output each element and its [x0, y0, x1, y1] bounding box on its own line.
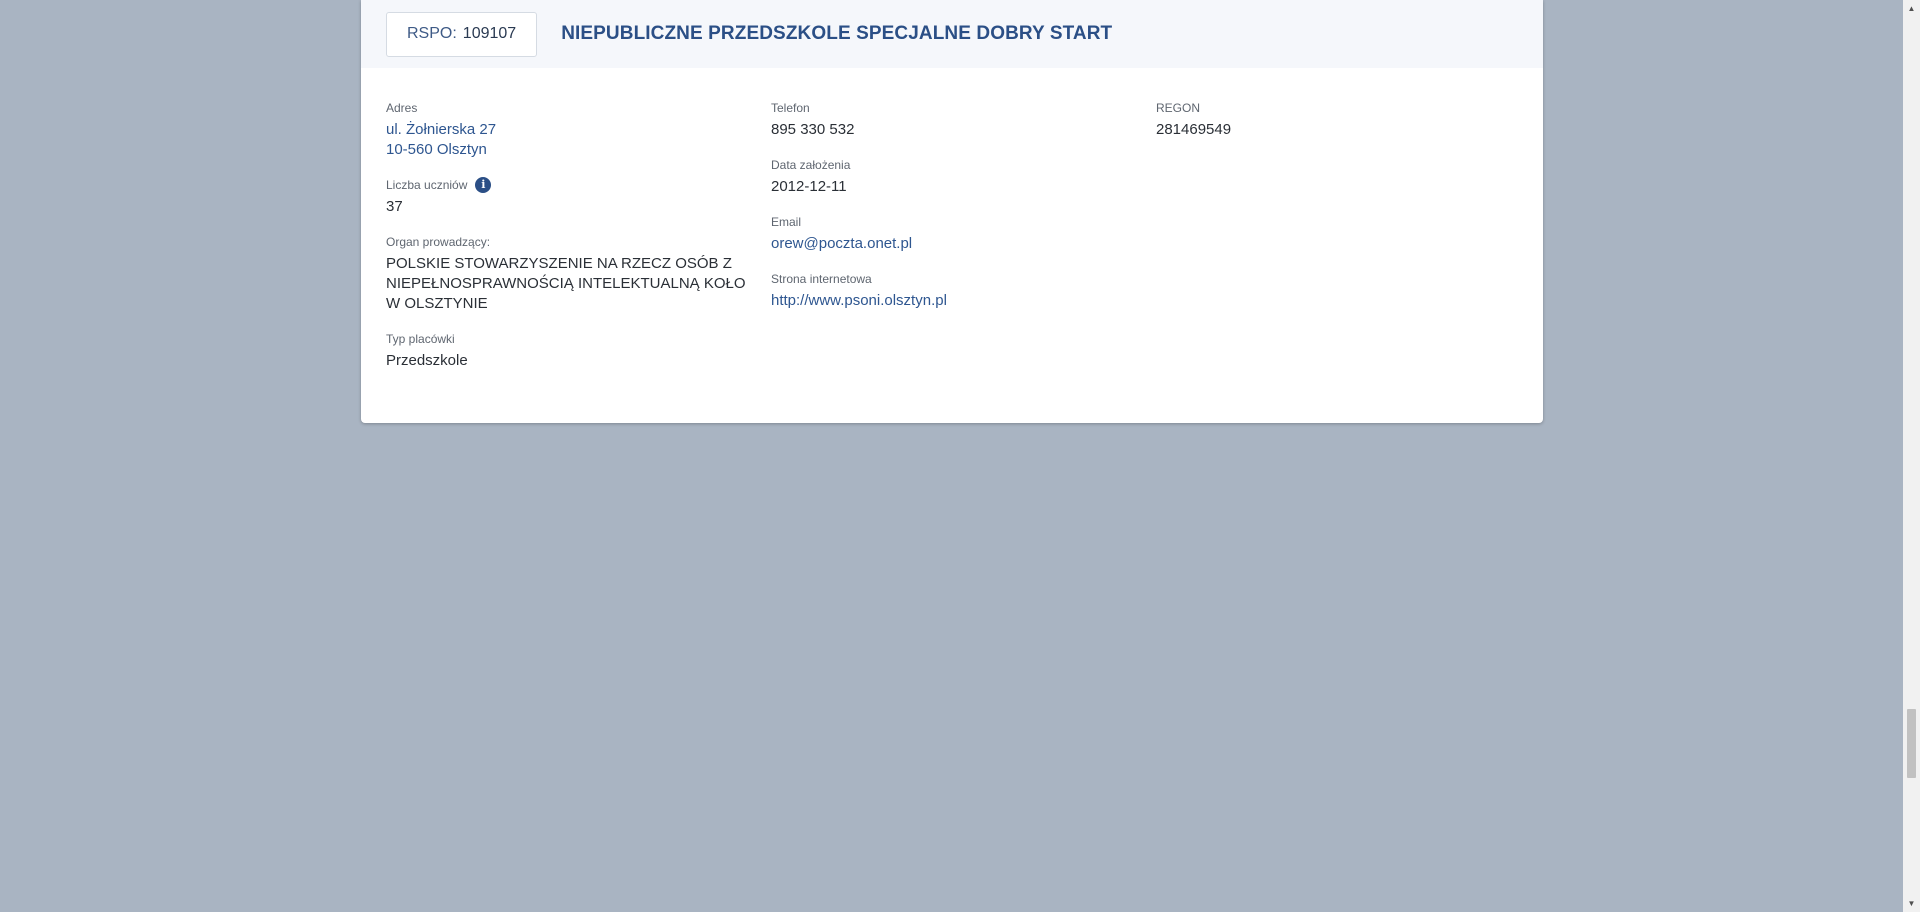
- phone-value: 895 330 532: [771, 121, 855, 138]
- phone-field: Telefon 895 330 532: [771, 100, 1141, 140]
- regon-label: REGON: [1156, 101, 1201, 115]
- authority-value: POLSKIE STOWARZYSZENIE NA RZECZ OSÓB Z N…: [386, 255, 746, 312]
- address-field: Adres ul. Żołnierska 27 10-560 Olsztyn: [386, 100, 756, 160]
- students-value: 37: [386, 198, 403, 215]
- details-column-2: Telefon 895 330 532 Data założenia 2012-…: [771, 100, 1141, 328]
- details-column-1: Adres ul. Żołnierska 27 10-560 Olsztyn L…: [386, 100, 756, 388]
- regon-value: 281469549: [1156, 121, 1232, 138]
- website-link[interactable]: http://www.psoni.olsztyn.pl: [771, 291, 1141, 311]
- info-icon[interactable]: i: [475, 177, 492, 193]
- page-scrollbar[interactable]: ▲ ▼: [1903, 0, 1920, 912]
- type-value: Przedszkole: [386, 352, 468, 369]
- scrollbar-thumb[interactable]: [1907, 709, 1916, 778]
- founded-value: 2012-12-11: [771, 178, 847, 195]
- rspo-label: RSPO:: [407, 25, 457, 42]
- address-line2[interactable]: 10-560 Olsztyn: [386, 140, 756, 160]
- authority-field: Organ prowadzący: POLSKIE STOWARZYSZENIE…: [386, 234, 756, 314]
- type-field: Typ placówki Przedszkole: [386, 331, 756, 371]
- email-link[interactable]: orew@poczta.onet.pl: [771, 234, 1141, 254]
- founded-label: Data założenia: [771, 158, 851, 172]
- students-field: Liczba uczniów i 37: [386, 177, 756, 217]
- website-label: Strona internetowa: [771, 272, 872, 286]
- type-label: Typ placówki: [386, 332, 455, 346]
- address-line1[interactable]: ul. Żołnierska 27: [386, 120, 756, 140]
- students-label: Liczba uczniów: [386, 178, 468, 192]
- school-card: RSPO: 109107 NIEPUBLICZNE PRZEDSZKOLE SP…: [361, 0, 1543, 423]
- email-field: Email orew@poczta.onet.pl: [771, 214, 1141, 254]
- address-label: Adres: [386, 101, 418, 115]
- phone-label: Telefon: [771, 101, 810, 115]
- website-field: Strona internetowa http://www.psoni.olsz…: [771, 271, 1141, 311]
- chevron-up-icon[interactable]: ▲: [1903, 0, 1920, 17]
- email-label: Email: [771, 215, 802, 229]
- details-column-3: REGON 281469549: [1156, 100, 1526, 157]
- school-name: NIEPUBLICZNE PRZEDSZKOLE SPECJALNE DOBRY…: [561, 23, 1113, 44]
- authority-label: Organ prowadzący:: [386, 235, 491, 249]
- chevron-down-icon[interactable]: ▼: [1903, 895, 1920, 912]
- founded-field: Data założenia 2012-12-11: [771, 157, 1141, 197]
- rspo-badge: RSPO: 109107: [386, 11, 538, 57]
- rspo-number: 109107: [462, 25, 517, 42]
- school-card-header: RSPO: 109107 NIEPUBLICZNE PRZEDSZKOLE SP…: [361, 0, 1543, 68]
- students-label-row: Liczba uczniów i: [386, 177, 756, 193]
- regon-field: REGON 281469549: [1156, 100, 1526, 140]
